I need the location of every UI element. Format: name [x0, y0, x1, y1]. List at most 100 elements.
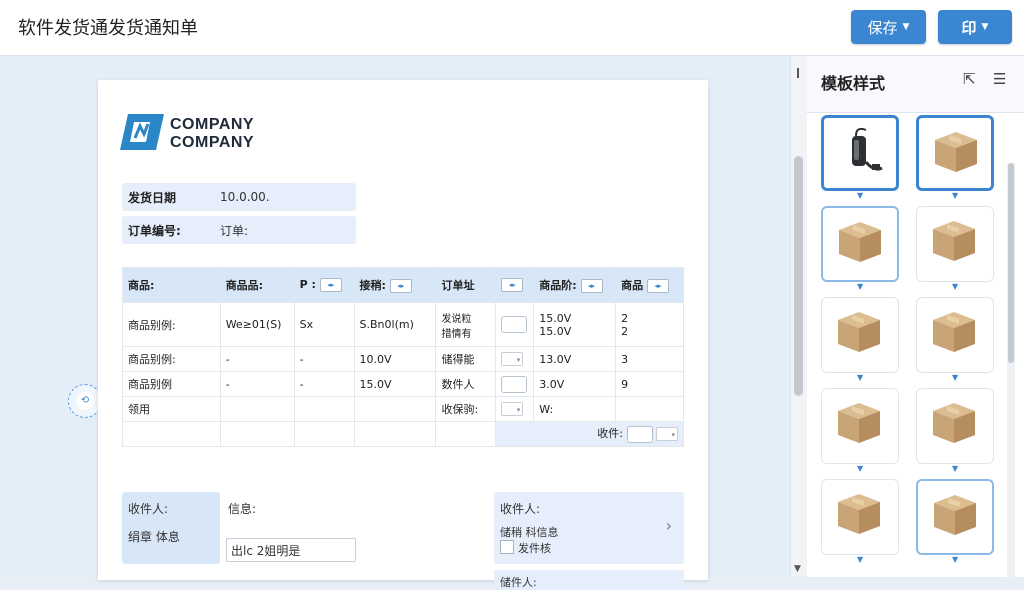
scrollbar-thumb[interactable]: [794, 156, 803, 396]
column-header: 接稍: ◂▸: [353, 267, 437, 303]
table-cell[interactable]: 3.0V: [533, 371, 617, 397]
column-header: ◂▸: [495, 267, 535, 303]
column-dropdown[interactable]: ◂▸: [501, 278, 524, 292]
column-header: P : ◂▸: [293, 267, 355, 303]
column-dropdown[interactable]: ◂▸: [319, 278, 342, 292]
column-dropdown[interactable]: ◂▸: [389, 279, 412, 293]
table-cell[interactable]: 3: [615, 346, 684, 372]
table-cell[interactable]: 13.0V: [533, 346, 617, 372]
table-cell[interactable]: -: [219, 346, 295, 372]
table-cell[interactable]: 数件人: [435, 371, 497, 397]
cell-input[interactable]: [501, 316, 528, 333]
template-thumbnail[interactable]: [821, 115, 899, 191]
footer-input[interactable]: [626, 425, 653, 443]
table-cell[interactable]: ▾: [495, 346, 535, 372]
cell-select[interactable]: ▾: [501, 402, 524, 416]
table-cell[interactable]: ▾: [495, 396, 535, 422]
recipient-right-block[interactable]: 收件人: 储稍 科信息 发件核 ›: [494, 492, 684, 564]
table-cell[interactable]: [495, 371, 535, 397]
table-cell[interactable]: 商品别例:: [122, 302, 221, 347]
box-image: [929, 215, 979, 269]
template-thumbnail[interactable]: [821, 388, 899, 464]
recipient-left-block: 收件人: 绢章 体息: [122, 492, 220, 564]
table-header-row: 商品: 商品品: P : ◂▸ 接稍: ◂▸ 订单址 ◂▸ 商品阶: ◂▸ 商品…: [122, 267, 684, 303]
scroll-down-icon[interactable]: ▼: [794, 564, 801, 574]
recipient-label: 收件人:: [128, 502, 169, 516]
table-cell[interactable]: 商品别例:: [122, 346, 221, 372]
table-footer-row: 收件: ▾: [122, 421, 684, 447]
chevron-down-icon: ▼: [981, 22, 989, 32]
table-cell[interactable]: 收保驹:: [435, 396, 497, 422]
chevron-right-icon[interactable]: ›: [666, 516, 672, 535]
table-cell[interactable]: S.Bn0l(m): [353, 302, 437, 347]
table-cell[interactable]: 15.0V: [353, 371, 437, 397]
chevron-down-icon: ▼: [857, 191, 864, 200]
chevron-down-icon: ▼: [952, 555, 959, 564]
table-cell[interactable]: -: [293, 346, 355, 372]
panel-scrollbar[interactable]: [1007, 163, 1015, 577]
canvas-scrollbar[interactable]: ▼: [790, 56, 807, 576]
table-cell[interactable]: -: [293, 371, 355, 397]
column-header: 订单址: [435, 267, 497, 303]
table-cell[interactable]: 储得能: [435, 346, 497, 372]
info-input[interactable]: 出lc 2姐明是: [226, 538, 356, 562]
cell-input[interactable]: [501, 375, 528, 393]
chevron-down-icon: ▼: [952, 191, 959, 200]
template-thumbnail[interactable]: [821, 297, 899, 373]
export-icon[interactable]: ⇱: [963, 70, 976, 88]
table-cell[interactable]: W:: [533, 396, 617, 422]
scrollbar-thumb[interactable]: [1008, 163, 1014, 363]
order-no-label: 订单编号:: [128, 223, 181, 238]
table-cell[interactable]: 2 2: [615, 302, 684, 347]
chevron-down-icon: ▼: [857, 464, 864, 473]
ship-date-value[interactable]: 10.0.00.: [220, 190, 270, 204]
goods-table: 商品: 商品品: P : ◂▸ 接稍: ◂▸ 订单址 ◂▸ 商品阶: ◂▸ 商品…: [122, 267, 684, 447]
table-cell[interactable]: [615, 396, 684, 422]
table-cell[interactable]: 9: [615, 371, 684, 397]
table-cell[interactable]: Sx: [293, 302, 355, 347]
template-thumbnail[interactable]: [916, 206, 994, 282]
top-bar: 软件发货通发货通知单 保存 ▼ 印 ▼: [0, 0, 1024, 56]
template-grid: ▼ ▼ ▼ ▼ ▼ ▼ ▼ ▼ ▼ ▼: [807, 112, 1024, 577]
chevron-down-icon: ▼: [952, 373, 959, 382]
table-cell[interactable]: [219, 396, 295, 422]
template-thumbnail[interactable]: [916, 115, 994, 191]
order-no-value[interactable]: 订单:: [220, 222, 248, 239]
column-dropdown[interactable]: ◂▸: [646, 279, 669, 293]
box-image: [834, 488, 884, 542]
charger-image: [836, 126, 886, 186]
template-thumbnail[interactable]: [916, 388, 994, 464]
menu-icon[interactable]: ☰: [993, 70, 1006, 88]
template-thumbnail[interactable]: [821, 206, 899, 282]
save-button[interactable]: 保存 ▼: [851, 10, 926, 44]
company-name: COMPANY COMPANY: [170, 116, 255, 151]
table-row: 商品别例: - - 10.0V 储得能 ▾ 13.0V 3: [122, 346, 684, 372]
table-cell[interactable]: [353, 396, 437, 422]
table-cell[interactable]: 10.0V: [353, 346, 437, 372]
footer-select[interactable]: ▾: [656, 427, 678, 442]
chevron-down-icon: ▼: [952, 282, 959, 291]
table-cell[interactable]: 领用: [122, 396, 221, 422]
template-thumbnail[interactable]: [821, 479, 899, 555]
panel-title: 模板样式: [821, 74, 886, 93]
table-cell[interactable]: [495, 302, 535, 347]
recipient-label: 收件人:: [500, 502, 541, 516]
document-page: COMPANY COMPANY 发货日期 10.0.00. 订单编号: 订单: 商…: [98, 80, 708, 590]
table-cell[interactable]: We≥01(S): [219, 302, 295, 347]
company-logo-icon: [120, 114, 164, 150]
info-label: 信息:: [228, 502, 257, 516]
table-cell[interactable]: 15.0V 15.0V: [533, 302, 617, 347]
print-button[interactable]: 印 ▼: [938, 10, 1012, 44]
cell-select[interactable]: ▾: [501, 352, 524, 366]
chevron-down-icon: ▼: [902, 22, 910, 32]
column-dropdown[interactable]: ◂▸: [580, 279, 603, 293]
table-cell[interactable]: 商品别例: [122, 371, 221, 397]
drag-handle[interactable]: ⟲: [68, 384, 102, 418]
table-cell[interactable]: [293, 396, 355, 422]
template-thumbnail[interactable]: [916, 297, 994, 373]
sender-checkbox[interactable]: [500, 540, 514, 554]
recipient-info: 储稍 科信息: [500, 526, 559, 539]
table-cell[interactable]: 发说粒 措情有: [435, 302, 497, 347]
table-cell[interactable]: -: [219, 371, 295, 397]
template-thumbnail[interactable]: [916, 479, 994, 555]
